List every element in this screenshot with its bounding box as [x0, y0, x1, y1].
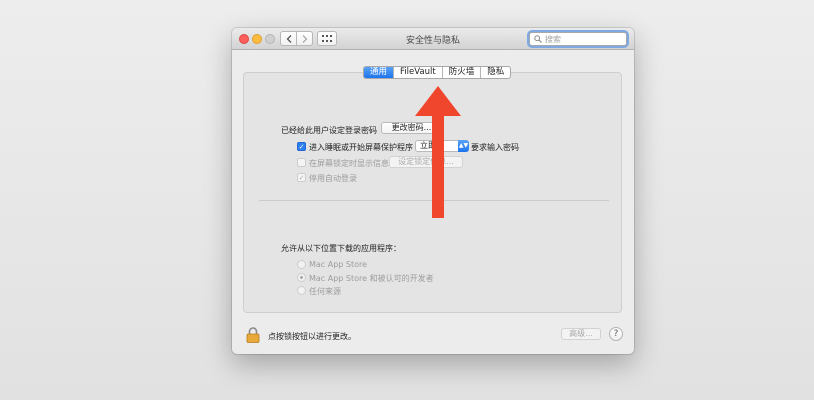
- require-password-checkbox[interactable]: ✓: [297, 142, 306, 151]
- minimize-button[interactable]: [252, 34, 262, 44]
- lock-button[interactable]: [246, 327, 260, 347]
- back-button[interactable]: [280, 31, 297, 46]
- magnifier-icon: [534, 35, 542, 43]
- chevron-left-icon: [286, 34, 291, 43]
- forward-button[interactable]: [296, 31, 313, 46]
- advanced-button[interactable]: 高级...: [561, 328, 601, 340]
- show-message-checkbox[interactable]: [297, 158, 306, 167]
- search-field[interactable]: 搜索: [529, 32, 627, 46]
- show-all-button[interactable]: [317, 31, 337, 46]
- radio-identified-developers[interactable]: [297, 273, 306, 282]
- show-message-label: 在屏幕锁定时显示信息: [309, 159, 389, 168]
- radio-identified-developers-label: Mac App Store 和被认可的开发者: [309, 274, 434, 283]
- chevron-right-icon: [302, 34, 307, 43]
- login-password-label: 已经给此用户设定登录密码: [281, 126, 377, 135]
- downloads-heading: 允许从以下位置下载的应用程序：: [281, 244, 401, 253]
- window-title: 安全性与隐私: [405, 36, 460, 46]
- radio-mac-app-store-label: Mac App Store: [309, 260, 368, 269]
- require-password-suffix: 要求输入密码: [471, 143, 519, 152]
- require-password-label: 进入睡眠或开始屏幕保护程序: [309, 143, 413, 152]
- tab-filevault[interactable]: FileVault: [393, 67, 442, 78]
- zoom-button[interactable]: [265, 34, 275, 44]
- radio-anywhere[interactable]: [297, 286, 306, 295]
- close-button[interactable]: [239, 34, 249, 44]
- title-bar: 安全性与隐私 搜索: [232, 28, 634, 50]
- disable-autologin-checkbox[interactable]: ✓: [297, 173, 306, 182]
- search-placeholder: 搜索: [545, 34, 561, 44]
- lock-icon: [246, 327, 260, 343]
- tab-firewall[interactable]: 防火墙: [441, 67, 481, 78]
- lock-hint-text: 点按锁按钮以进行更改。: [268, 332, 356, 341]
- radio-mac-app-store[interactable]: [297, 260, 306, 269]
- help-button[interactable]: ?: [609, 327, 623, 341]
- annotation-arrow-icon: [415, 86, 461, 218]
- tab-general[interactable]: 通用: [364, 67, 394, 78]
- disable-autologin-label: 停用自动登录: [309, 174, 357, 183]
- tab-bar: 通用 FileVault 防火墙 隐私: [363, 66, 512, 79]
- radio-anywhere-label: 任何来源: [309, 287, 341, 296]
- grid-icon: [322, 35, 332, 42]
- tab-privacy[interactable]: 隐私: [480, 67, 510, 78]
